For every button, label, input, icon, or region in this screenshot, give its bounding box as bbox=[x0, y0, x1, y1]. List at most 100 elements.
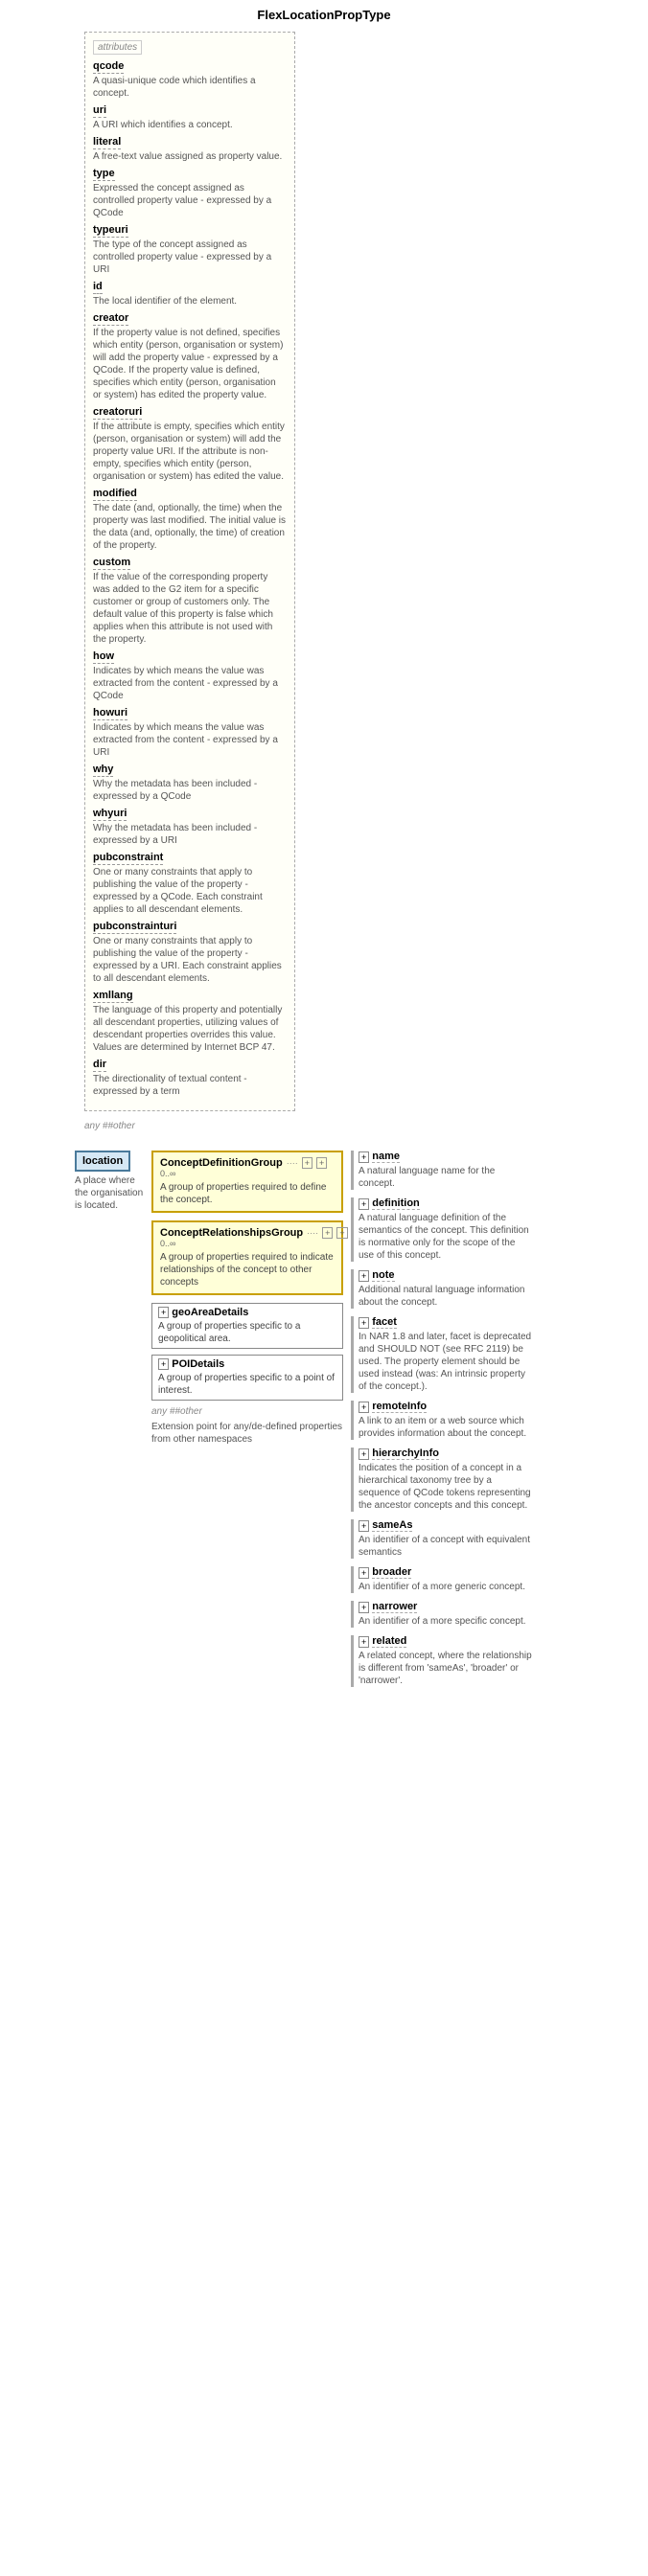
attribute-item-whyuri: whyuriWhy the metadata has been included… bbox=[93, 808, 287, 847]
attr-name-modified: modified bbox=[93, 488, 137, 501]
attribute-item-how: howIndicates by which means the value wa… bbox=[93, 650, 287, 702]
right-item-hierarchyInfo: +hierarchyInfo Indicates the position of … bbox=[351, 1448, 533, 1512]
concept-rel-desc: A group of properties required to indica… bbox=[160, 1251, 335, 1288]
attr-name-creatoruri: creatoruri bbox=[93, 406, 142, 420]
right-item-note: +note Additional natural language informa… bbox=[351, 1269, 533, 1309]
facet-label: facet bbox=[372, 1316, 397, 1329]
location-box[interactable]: location bbox=[75, 1151, 130, 1172]
poi-desc: A group of properties specific to a poin… bbox=[158, 1372, 336, 1397]
attr-name-pubconstrainturi: pubconstrainturi bbox=[93, 921, 176, 934]
attr-name-custom: custom bbox=[93, 557, 130, 570]
attr-desc-creator: If the property value is not defined, sp… bbox=[93, 327, 287, 401]
right-item-facet: +facet In NAR 1.8 and later, facet is dep… bbox=[351, 1316, 533, 1393]
attribute-list: qcodeA quasi-unique code which identifie… bbox=[93, 60, 287, 1098]
geo-area-details-item: + geoAreaDetails A group of properties s… bbox=[151, 1303, 343, 1349]
attr-name-typeuri: typeuri bbox=[93, 224, 128, 238]
concept-def-group: ConceptDefinitionGroup ···· + + 0..∞ A g… bbox=[151, 1151, 343, 1213]
attribute-item-why: whyWhy the metadata has been included - … bbox=[93, 764, 287, 803]
any-other-bottom: any ##other bbox=[151, 1406, 343, 1417]
attribute-item-xmllang: xmllangThe language of this property and… bbox=[93, 990, 287, 1054]
definition-desc: A natural language definition of the sem… bbox=[359, 1212, 533, 1262]
right-item-sameAs: +sameAsAn identifier of a concept with e… bbox=[351, 1519, 533, 1559]
attr-desc-dir: The directionality of textual content - … bbox=[93, 1073, 287, 1098]
remoteinfo-desc: A link to an item or a web source which … bbox=[359, 1415, 533, 1440]
attr-desc-pubconstraint: One or many constraints that apply to pu… bbox=[93, 866, 287, 916]
broader-label: broader bbox=[372, 1566, 411, 1579]
attr-desc-howuri: Indicates by which means the value was e… bbox=[93, 721, 287, 759]
attribute-item-howuri: howuriIndicates by which means the value… bbox=[93, 707, 287, 759]
attribute-item-pubconstraint: pubconstraintOne or many constraints tha… bbox=[93, 852, 287, 916]
attr-desc-creatoruri: If the attribute is empty, specifies whi… bbox=[93, 421, 287, 483]
attr-name-dir: dir bbox=[93, 1059, 106, 1072]
attribute-item-typeuri: typeuriThe type of the concept assigned … bbox=[93, 224, 287, 276]
attribute-item-custom: customIf the value of the corresponding … bbox=[93, 557, 287, 646]
name-plus-icon: + bbox=[359, 1151, 369, 1163]
name-desc: A natural language name for the concept. bbox=[359, 1165, 533, 1190]
concept-rel-cardinality: 0..∞ bbox=[160, 1239, 335, 1248]
narrower-desc: An identifier of a more specific concept… bbox=[359, 1615, 533, 1628]
right-item-narrower: +narrowerAn identifier of a more specifi… bbox=[351, 1601, 533, 1628]
any-other-bottom-desc: Extension point for any/de-defined prope… bbox=[151, 1421, 343, 1446]
geo-area-label: geoAreaDetails bbox=[172, 1307, 248, 1318]
broader-plus-icon: + bbox=[359, 1567, 369, 1579]
remoteinfo-plus-icon: + bbox=[359, 1402, 369, 1413]
attribute-item-creator: creatorIf the property value is not defi… bbox=[93, 312, 287, 401]
note-desc: Additional natural language information … bbox=[359, 1284, 533, 1309]
poi-details-item: + POIDetails A group of properties speci… bbox=[151, 1355, 343, 1401]
related-plus-icon: + bbox=[359, 1636, 369, 1648]
hierarchyinfo-desc: Indicates the position of a concept in a… bbox=[359, 1462, 533, 1512]
narrower-label: narrower bbox=[372, 1601, 417, 1613]
facet-plus-icon: + bbox=[359, 1317, 369, 1329]
attr-name-qcode: qcode bbox=[93, 60, 124, 74]
page-wrapper: FlexLocationPropType attributes qcodeA q… bbox=[0, 0, 648, 2576]
attr-desc-type: Expressed the concept assigned as contro… bbox=[93, 182, 287, 219]
definition-label: definition bbox=[372, 1197, 420, 1210]
attr-desc-literal: A free-text value assigned as property v… bbox=[93, 150, 287, 163]
hierarchyinfo-plus-icon: + bbox=[359, 1448, 369, 1460]
attribute-item-qcode: qcodeA quasi-unique code which identifie… bbox=[93, 60, 287, 100]
geo-area-desc: A group of properties specific to a geop… bbox=[158, 1320, 336, 1345]
attr-name-whyuri: whyuri bbox=[93, 808, 127, 821]
attr-desc-uri: A URI which identifies a concept. bbox=[93, 119, 287, 131]
remoteinfo-label: remoteInfo bbox=[372, 1401, 427, 1413]
attr-desc-whyuri: Why the metadata has been included - exp… bbox=[93, 822, 287, 847]
right-item-remoteInfo: +remoteInfo A link to an item or a web so… bbox=[351, 1401, 533, 1440]
attr-name-how: how bbox=[93, 650, 114, 664]
attr-name-literal: literal bbox=[93, 136, 121, 149]
attr-desc-how: Indicates by which means the value was e… bbox=[93, 665, 287, 702]
attr-desc-why: Why the metadata has been included - exp… bbox=[93, 778, 287, 803]
related-label: related bbox=[372, 1635, 406, 1648]
attr-name-uri: uri bbox=[93, 104, 106, 118]
poi-label: POIDetails bbox=[172, 1358, 224, 1370]
attr-desc-id: The local identifier of the element. bbox=[93, 295, 287, 308]
right-item-related: +relatedA related concept, where the rel… bbox=[351, 1635, 533, 1687]
broader-desc: An identifier of a more generic concept. bbox=[359, 1581, 533, 1593]
attributes-group: attributes qcodeA quasi-unique code whic… bbox=[84, 32, 295, 1111]
attr-desc-qcode: A quasi-unique code which identifies a c… bbox=[93, 75, 287, 100]
attr-name-why: why bbox=[93, 764, 113, 777]
attribute-item-pubconstrainturi: pubconstrainturiOne or many constraints … bbox=[93, 921, 287, 985]
hierarchyinfo-label: hierarchyInfo bbox=[372, 1448, 439, 1460]
concept-rel-group: ConceptRelationshipsGroup ···· + + 0..∞ … bbox=[151, 1220, 343, 1295]
right-item-definition: +definition A natural language definition… bbox=[351, 1197, 533, 1262]
facet-desc: In NAR 1.8 and later, facet is deprecate… bbox=[359, 1331, 533, 1393]
poi-plus-icon: + bbox=[158, 1358, 169, 1370]
note-plus-icon: + bbox=[359, 1270, 369, 1282]
concept-def-cardinality: 0..∞ bbox=[160, 1169, 335, 1178]
attr-desc-custom: If the value of the corresponding proper… bbox=[93, 571, 287, 646]
attribute-item-literal: literalA free-text value assigned as pro… bbox=[93, 136, 287, 163]
definition-plus-icon: + bbox=[359, 1198, 369, 1210]
concept-rel-label: ConceptRelationshipsGroup bbox=[160, 1227, 303, 1239]
page-title: FlexLocationPropType bbox=[8, 8, 640, 22]
attribute-item-modified: modifiedThe date (and, optionally, the t… bbox=[93, 488, 287, 552]
attr-desc-pubconstrainturi: One or many constraints that apply to pu… bbox=[93, 935, 287, 985]
attr-name-id: id bbox=[93, 281, 103, 294]
attribute-item-id: idThe local identifier of the element. bbox=[93, 281, 287, 308]
attr-name-xmllang: xmllang bbox=[93, 990, 133, 1003]
right-items-column: +nameA natural language name for the con… bbox=[351, 1151, 533, 1695]
attr-name-pubconstraint: pubconstraint bbox=[93, 852, 163, 865]
attributes-label: attributes bbox=[93, 40, 142, 55]
attr-desc-typeuri: The type of the concept assigned as cont… bbox=[93, 239, 287, 276]
sameas-plus-icon: + bbox=[359, 1520, 369, 1532]
note-label: note bbox=[372, 1269, 394, 1282]
